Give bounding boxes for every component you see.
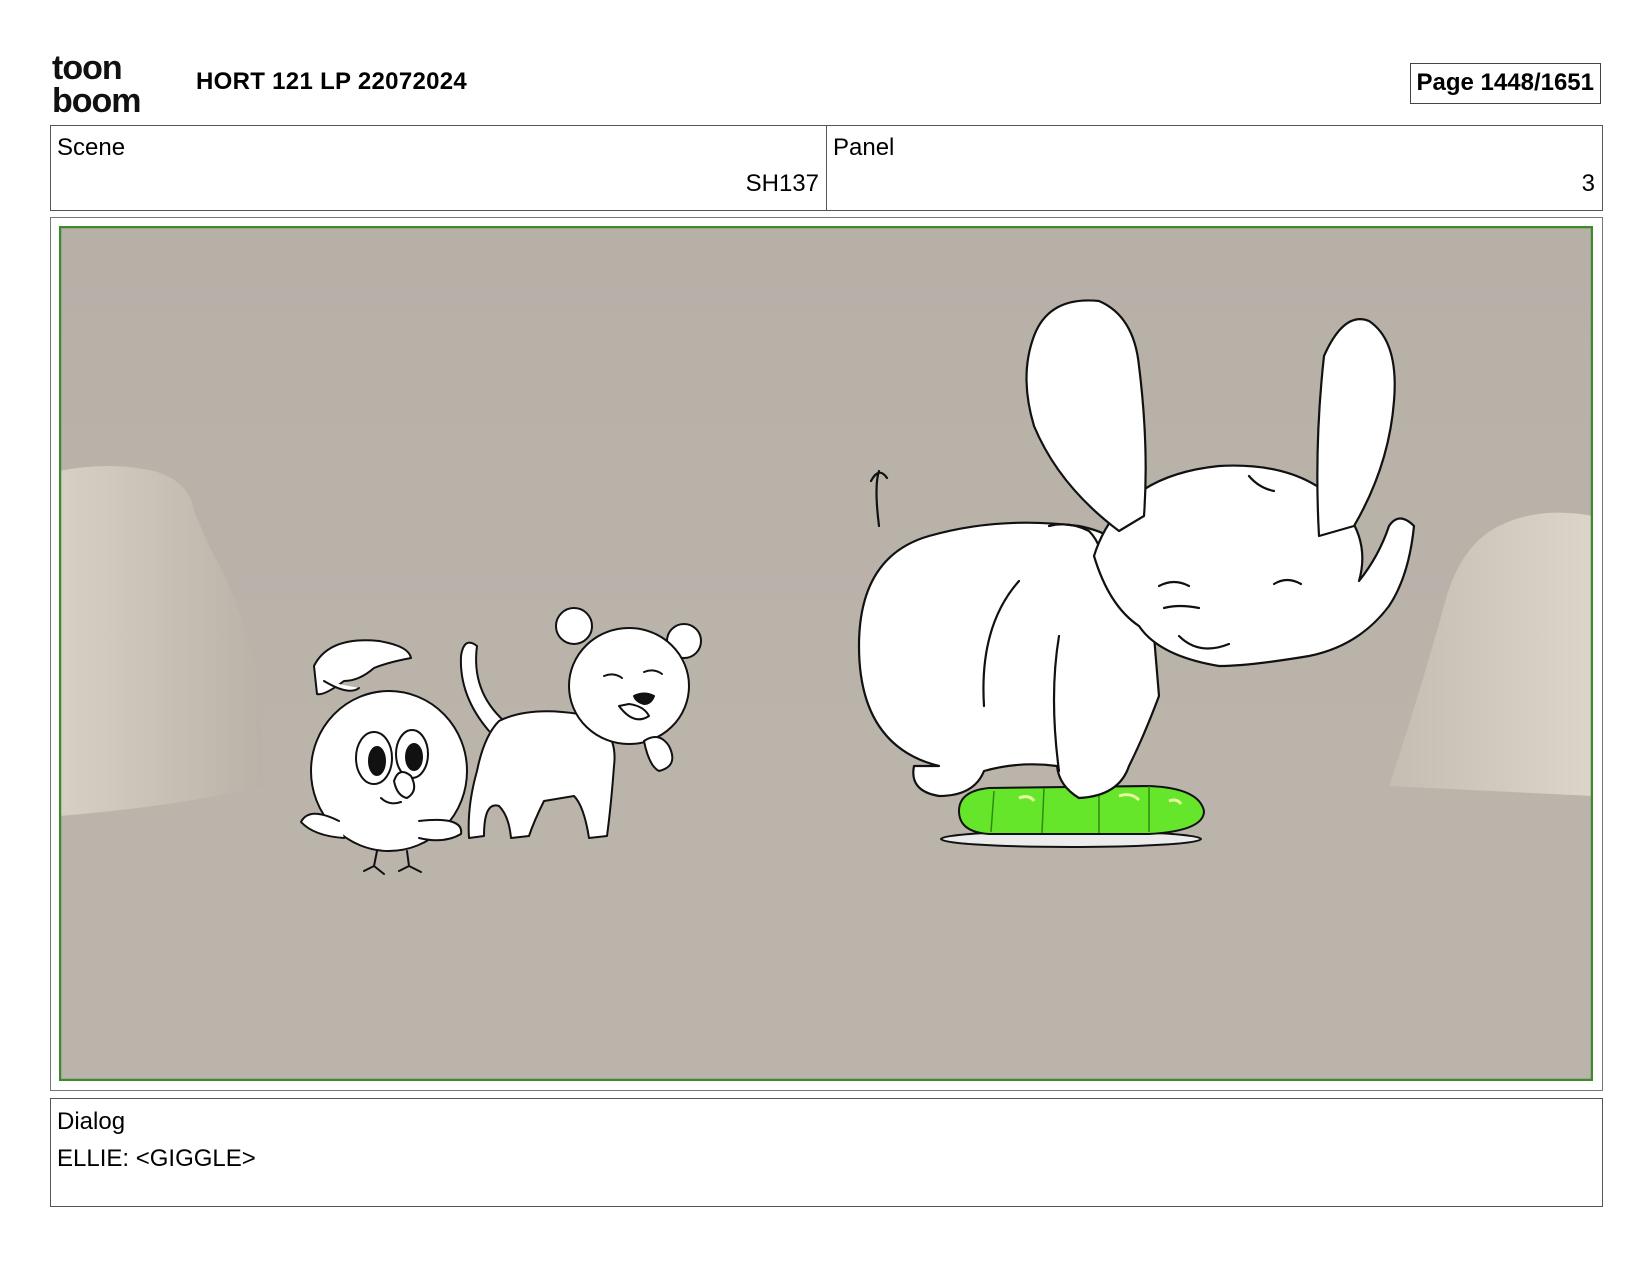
ground-plane	[59, 792, 1593, 1081]
page-number: Page 1448/1651	[1409, 63, 1601, 104]
storyboard-panel	[50, 217, 1603, 1091]
dialog-text: ELLIE: <GIGGLE>	[57, 1145, 256, 1172]
dialog-label: Dialog	[57, 1108, 126, 1135]
panel-value: 3	[1581, 170, 1595, 197]
logo-line-2: boom	[52, 82, 141, 114]
scene-panel-row: Scene SH137 Panel 3	[50, 125, 1603, 211]
panel-cell: Panel 3	[826, 126, 1602, 210]
panel-artwork	[59, 226, 1593, 1081]
scene-cell: Scene SH137	[51, 126, 826, 210]
green-cushion	[940, 785, 1205, 848]
toonboom-logo: toon boom	[52, 52, 142, 114]
panel-label: Panel	[833, 134, 895, 161]
dialog-box: Dialog ELLIE: <GIGGLE>	[50, 1098, 1603, 1207]
scene-label: Scene	[57, 134, 126, 161]
scene-value: SH137	[745, 170, 819, 197]
document-title: HORT 121 LP 22072024	[196, 68, 468, 95]
